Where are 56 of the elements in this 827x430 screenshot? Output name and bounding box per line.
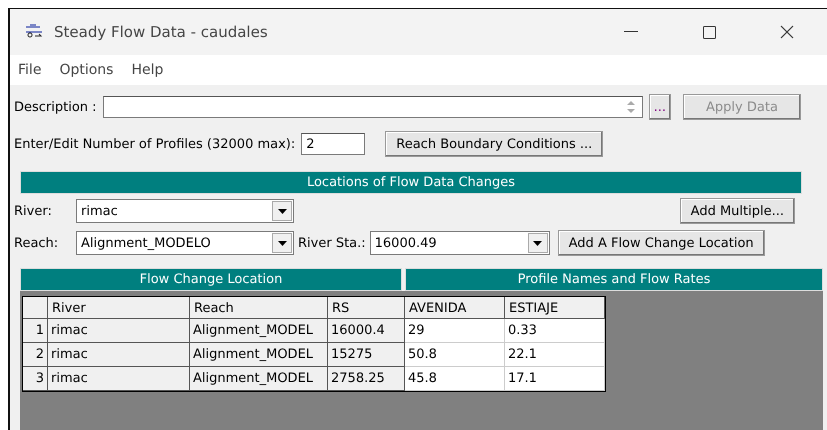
dropdown-arrow-icon	[533, 240, 542, 246]
table-group-header: Profile Names and Flow Rates	[405, 268, 823, 290]
column-header[interactable]: ESTIAJE	[505, 297, 605, 319]
row-number: 1	[23, 319, 48, 343]
table-cell[interactable]: 0.33	[505, 319, 605, 343]
dropdown-button[interactable]	[272, 201, 292, 221]
add-multiple-button[interactable]: Add Multiple...	[680, 198, 795, 224]
profiles-field[interactable]: 2	[301, 133, 366, 155]
table-cell: rimac	[48, 367, 190, 391]
scroll-arrows-icon	[626, 99, 636, 115]
menu-item[interactable]: Help	[131, 62, 164, 78]
description-label: Description :	[14, 100, 97, 114]
add-flow-change-location-button[interactable]: Add A Flow Change Location	[558, 230, 765, 256]
profiles-label: Enter/Edit Number of Profiles (32000 max):	[14, 136, 296, 152]
river-label: River:	[14, 204, 53, 218]
reach-label: Reach:	[14, 236, 60, 250]
more-button[interactable]: ...	[648, 94, 671, 120]
dropdown-button[interactable]	[272, 233, 292, 253]
table-cell: 16000.4	[328, 319, 405, 343]
table-cell: 2758.25	[328, 367, 405, 391]
table-cell[interactable]: 22.1	[505, 343, 605, 367]
reach-dropdown[interactable]: Alignment_MODELO	[76, 231, 294, 255]
menu-item[interactable]: Options	[59, 62, 114, 78]
river-station-label: River Sta.:	[298, 236, 366, 250]
close-icon	[780, 25, 794, 39]
row-number: 3	[23, 367, 48, 391]
description-field[interactable]	[102, 96, 643, 118]
river-station-dropdown[interactable]: 16000.49	[370, 231, 550, 255]
table-group-header: Flow Change Location	[20, 268, 402, 290]
table-cell[interactable]: 50.8	[405, 343, 505, 367]
window-title: Steady Flow Data - caudales	[54, 23, 269, 41]
section-header: Locations of Flow Data Changes	[20, 171, 802, 194]
table-cell: rimac	[48, 319, 190, 343]
row-number: 2	[23, 343, 48, 367]
column-header[interactable]: RS	[328, 297, 405, 319]
column-header[interactable]: River	[48, 297, 190, 319]
table-cell: Alignment_MODEL	[190, 319, 328, 343]
table-cell[interactable]: 29	[405, 319, 505, 343]
column-header[interactable]: AVENIDA	[405, 297, 505, 319]
dropdown-arrow-icon	[278, 240, 286, 246]
corner-cell	[23, 297, 48, 319]
app-icon	[24, 24, 44, 40]
table-cell: 15275	[328, 343, 405, 367]
reach-boundary-conditions-button[interactable]: Reach Boundary Conditions ...	[385, 131, 604, 157]
table-cell: rimac	[48, 343, 190, 367]
column-header[interactable]: Reach	[190, 297, 328, 319]
minimize-icon	[624, 31, 638, 33]
table-cell[interactable]: 17.1	[505, 367, 605, 391]
table-cell: Alignment_MODEL	[190, 367, 328, 391]
table-cell[interactable]: 45.8	[405, 367, 505, 391]
maximize-icon	[702, 26, 716, 38]
dropdown-button[interactable]	[528, 233, 548, 253]
table-cell: Alignment_MODEL	[190, 343, 328, 367]
menu-item[interactable]: File	[18, 62, 42, 78]
dropdown-arrow-icon	[278, 208, 286, 214]
river-dropdown[interactable]: rimac	[76, 199, 294, 223]
